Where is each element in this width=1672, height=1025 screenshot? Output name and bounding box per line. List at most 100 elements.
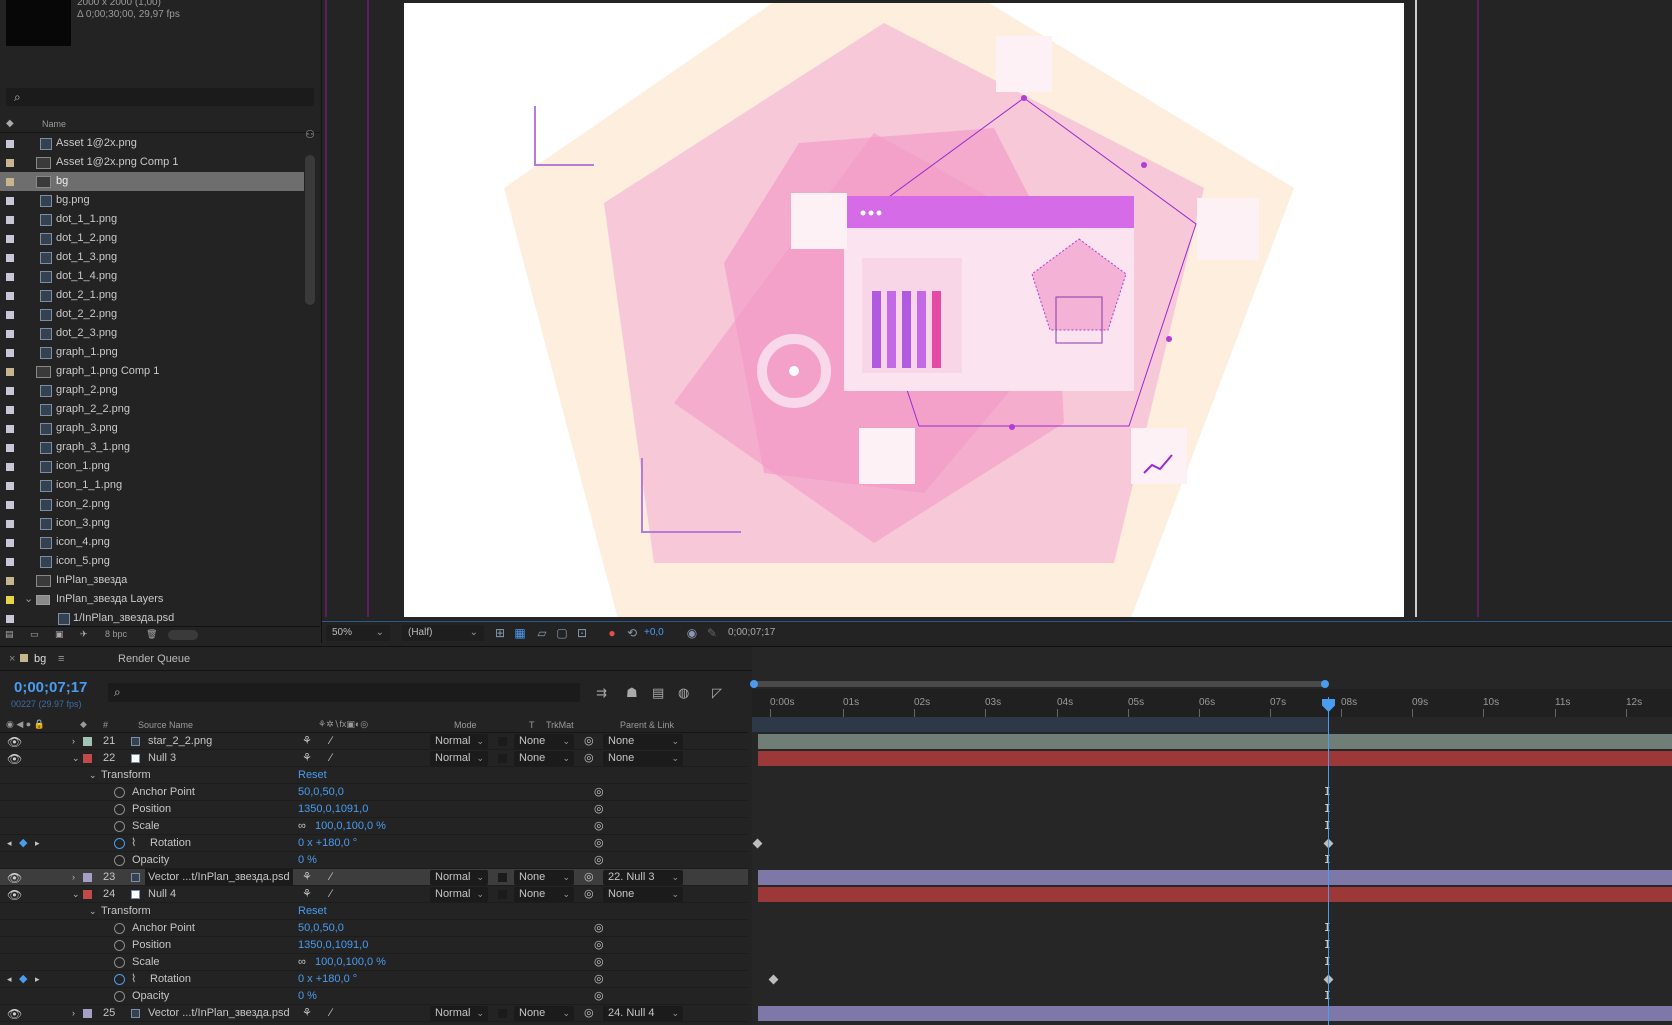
label-swatch[interactable] xyxy=(83,754,92,763)
label-swatch[interactable] xyxy=(6,539,14,547)
project-item[interactable]: graph_2.png xyxy=(0,381,304,400)
label-swatch[interactable] xyxy=(83,873,92,882)
close-icon[interactable]: × xyxy=(9,653,15,665)
next-keyframe-icon[interactable]: ▸ xyxy=(35,971,40,988)
project-scrollbar[interactable] xyxy=(305,155,315,305)
layer-search-input[interactable]: ⌕ xyxy=(108,683,580,702)
source-name-column-header[interactable]: Source Name xyxy=(138,720,193,730)
preserve-transparency-box[interactable] xyxy=(498,754,507,763)
layer-row[interactable]: 👁 › 25 Vector ...t/InPlan_звезда.psd ⚘ ∕ Norma… xyxy=(0,1005,748,1022)
tab-comp-bg[interactable]: bg xyxy=(34,653,46,665)
property-value[interactable]: 1350,0,1091,0 xyxy=(298,801,368,818)
disclosure-triangle-icon[interactable]: ⌄ xyxy=(24,590,33,609)
layer-name[interactable]: Vector ...t/InPlan_звезда.psd xyxy=(148,1005,290,1022)
exposure-value[interactable]: +0,0 xyxy=(644,627,664,638)
quality-switch-icon[interactable]: ∕ xyxy=(330,869,332,886)
work-area-bar[interactable] xyxy=(750,680,1329,688)
stopwatch-icon[interactable] xyxy=(114,991,125,1002)
label-swatch[interactable] xyxy=(6,558,14,566)
preserve-transparency-box[interactable] xyxy=(498,1009,507,1018)
label-swatch[interactable] xyxy=(6,501,14,509)
project-item[interactable]: graph_3.png xyxy=(0,419,304,438)
interpret-footage-icon[interactable]: ▤ xyxy=(5,629,14,640)
expression-pick-whip-icon[interactable]: ◎ xyxy=(594,801,604,818)
project-item[interactable]: dot_1_4.png xyxy=(0,267,304,286)
property-row[interactable]: Position 1350,0,1091,0 ◎ xyxy=(0,801,748,818)
stopwatch-icon[interactable] xyxy=(114,787,125,798)
project-item[interactable]: bg xyxy=(0,172,304,191)
label-swatch[interactable] xyxy=(6,482,14,490)
name-column-header[interactable]: Name xyxy=(42,119,66,129)
label-swatch[interactable] xyxy=(6,292,14,300)
trkmat-dropdown[interactable]: None ⌄ xyxy=(514,1006,574,1021)
mode-dropdown[interactable]: Normal ⌄ xyxy=(430,1006,488,1021)
mode-dropdown[interactable]: Normal ⌄ xyxy=(430,751,488,766)
label-swatch[interactable] xyxy=(83,737,92,746)
property-value[interactable]: 50,0,50,0 xyxy=(298,784,344,801)
project-item[interactable]: Asset 1@2x.png Comp 1 xyxy=(0,153,304,172)
stopwatch-icon[interactable] xyxy=(114,940,125,951)
constrain-proportions-icon[interactable]: ∞ xyxy=(298,818,306,835)
trash-icon[interactable]: 🗑 xyxy=(146,629,157,640)
project-item[interactable]: icon_4.png xyxy=(0,533,304,552)
render-icon[interactable]: ✈ xyxy=(80,629,88,640)
property-value[interactable]: 0 % xyxy=(298,852,317,869)
thumbnail-scroll[interactable] xyxy=(168,630,198,640)
label-swatch[interactable] xyxy=(6,235,14,243)
new-folder-icon[interactable]: ▭ xyxy=(30,629,39,640)
layer-duration-bar[interactable] xyxy=(758,887,1672,902)
project-item[interactable]: dot_2_3.png xyxy=(0,324,304,343)
property-row[interactable]: Scale ∞ 100,0,100,0 % ◎ xyxy=(0,954,748,971)
transform-group[interactable]: ⌄ Transform Reset xyxy=(0,767,748,784)
expression-pick-whip-icon[interactable]: ◎ xyxy=(594,920,604,937)
project-item[interactable]: dot_2_2.png xyxy=(0,305,304,324)
property-value[interactable]: 50,0,50,0 xyxy=(298,920,344,937)
prev-keyframe-icon[interactable]: ◂ xyxy=(7,835,12,852)
project-item[interactable]: dot_1_2.png xyxy=(0,229,304,248)
next-keyframe-icon[interactable]: ▸ xyxy=(35,835,40,852)
layer-name[interactable]: Null 3 xyxy=(148,750,176,767)
add-keyframe-icon[interactable]: ◆ xyxy=(19,835,27,852)
quality-switch-icon[interactable]: ∕ xyxy=(330,733,332,750)
pick-whip-icon[interactable]: ◎ xyxy=(584,1005,594,1022)
quality-switch-icon[interactable]: ∕ xyxy=(330,750,332,767)
project-item[interactable]: dot_1_1.png xyxy=(0,210,304,229)
property-row[interactable]: ◂ ◆ ▸ ⌇ Rotation 0 x +180,0 ° ◎ xyxy=(0,835,748,852)
chevron-down-icon[interactable]: ⌄ xyxy=(72,886,80,903)
project-item[interactable]: icon_2.png xyxy=(0,495,304,514)
region-of-interest-icon[interactable]: ▢ xyxy=(554,625,570,641)
current-time[interactable]: 0;00;07;17 xyxy=(14,679,87,696)
label-swatch[interactable] xyxy=(6,463,14,471)
chevron-down-icon[interactable]: ⌄ xyxy=(89,767,97,784)
fast-previews-icon[interactable]: ⊞ xyxy=(492,625,508,641)
property-row[interactable]: Anchor Point 50,0,50,0 ◎ xyxy=(0,920,748,937)
keyframe[interactable] xyxy=(752,838,763,849)
chevron-right-icon[interactable]: › xyxy=(72,869,75,886)
eye-icon[interactable]: 👁 xyxy=(7,1006,22,1023)
layer-row[interactable]: 👁 › 23 Vector ...t/InPlan_звезда.psd ⚘ ∕ Norma… xyxy=(0,869,748,886)
project-item[interactable]: Asset 1@2x.png xyxy=(0,134,304,153)
label-swatch[interactable] xyxy=(6,140,14,148)
keyframe[interactable] xyxy=(768,974,779,985)
expression-pick-whip-icon[interactable]: ◎ xyxy=(594,784,604,801)
project-search-input[interactable]: ⌕ xyxy=(6,88,314,106)
chevron-right-icon[interactable]: › xyxy=(72,733,75,750)
pick-whip-icon[interactable]: ◎ xyxy=(584,733,594,750)
property-value[interactable]: 100,0,100,0 % xyxy=(315,954,386,971)
viewer-timecode[interactable]: 0;00;07;17 xyxy=(728,627,775,638)
property-row[interactable]: Scale ∞ 100,0,100,0 % ◎ xyxy=(0,818,748,835)
stopwatch-icon[interactable] xyxy=(114,974,125,985)
bit-depth-button[interactable]: 8 bpc xyxy=(105,629,127,639)
composition-canvas[interactable] xyxy=(404,3,1404,617)
mode-dropdown[interactable]: Normal ⌄ xyxy=(430,887,488,902)
show-snapshot-icon[interactable]: ✎ xyxy=(704,625,720,641)
reset-link[interactable]: Reset xyxy=(298,903,327,920)
layer-name[interactable]: Vector ...t/InPlan_звезда.psd xyxy=(145,869,293,886)
layer-row[interactable]: 👁 › 21 star_2_2.png ⚘ ∕ Normal ⌄ None ⌄ ◎ None ⌄ xyxy=(0,733,748,750)
mode-dropdown[interactable]: Normal ⌄ xyxy=(430,870,488,885)
stopwatch-icon[interactable] xyxy=(114,855,125,866)
eye-icon[interactable]: 👁 xyxy=(7,870,22,887)
label-swatch[interactable] xyxy=(6,197,14,205)
property-value[interactable]: 100,0,100,0 % xyxy=(315,818,386,835)
shy-switch-icon[interactable]: ⚘ xyxy=(302,886,312,903)
